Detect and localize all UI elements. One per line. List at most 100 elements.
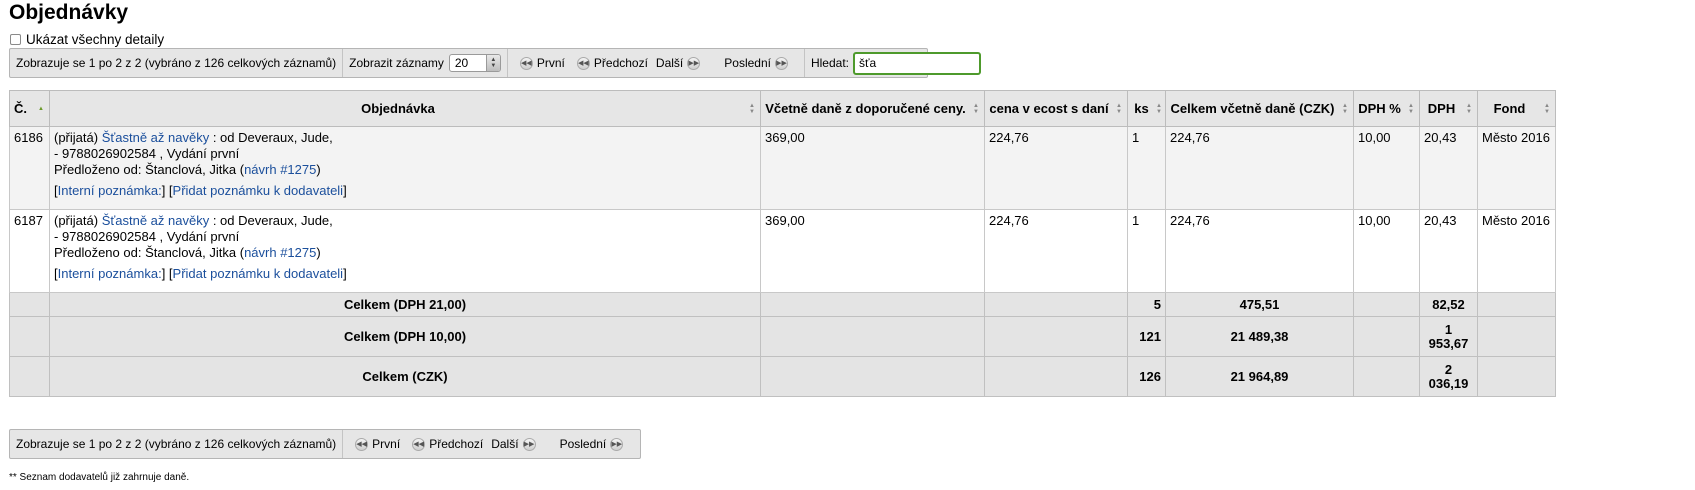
page-size-select[interactable]: 20 ▲ ▼ <box>448 54 501 72</box>
col-header-price-rrp-label: Včetně daně z doporučené ceny. <box>765 101 966 116</box>
cell-price-rrp: 369,00 <box>760 209 985 293</box>
col-header-fund[interactable]: Fond ▲ ▼ <box>1477 90 1556 127</box>
last-page-button[interactable]: Poslední ▶▶ <box>724 56 792 70</box>
sort-asc-icon: ▲ <box>38 105 44 112</box>
order-author: : od Deveraux, Jude, <box>209 213 333 228</box>
show-all-details-toggle[interactable]: Ukázat všechny detaily <box>10 30 164 48</box>
col-header-vat-pct-label: DPH % <box>1358 101 1401 116</box>
vendor-note-link[interactable]: Přidat poznámku k dodavateli <box>173 266 344 281</box>
col-header-num[interactable]: Č. ▲ <box>9 90 50 127</box>
title-link[interactable]: Šťastně až navěky <box>102 213 210 228</box>
total-cell-empty <box>1477 356 1556 397</box>
first-page-button[interactable]: ◀◀ První <box>516 56 565 70</box>
prev-page-button[interactable]: ◀◀ Předchozí <box>573 56 648 70</box>
total-vat-line1: 2 <box>1444 361 1453 377</box>
total-amount: 21 489,38 <box>1165 316 1354 357</box>
first-page-button[interactable]: ◀◀ První <box>351 437 400 451</box>
cell-total: 224,76 <box>1165 209 1354 293</box>
total-cell-empty <box>1477 316 1556 357</box>
total-label: Celkem (CZK) <box>49 356 761 397</box>
prev-icon: ◀◀ <box>412 437 426 451</box>
total-qty: 121 <box>1127 316 1166 357</box>
total-row: Celkem (DPH 10,00) 121 21 489,38 1 953,6… <box>9 316 1556 357</box>
sort-icon: ▲ ▼ <box>1466 102 1472 115</box>
prev-page-button[interactable]: ◀◀ Předchozí <box>408 437 483 451</box>
vendor-note-link[interactable]: Přidat poznámku k dodavateli <box>173 183 344 198</box>
cell-qty: 1 <box>1127 209 1166 293</box>
suggestion-link[interactable]: návrh #1275 <box>244 162 316 177</box>
col-header-qty[interactable]: ks ▲ ▼ <box>1127 90 1166 127</box>
total-cell-empty <box>760 356 985 397</box>
col-header-fund-label: Fond <box>1493 101 1526 116</box>
cell-price-ecost: 224,76 <box>984 209 1128 293</box>
total-vat: 2 036,19 <box>1419 356 1478 397</box>
prev-icon: ◀◀ <box>576 56 590 70</box>
pager-nav: ◀◀ První ◀◀ Předchozí Další ▶▶ Poslední … <box>508 49 805 77</box>
cell-vat-pct: 10,00 <box>1353 209 1420 293</box>
cell-order: (přijatá) Šťastně až navěky : od Deverau… <box>49 126 761 210</box>
page-size-control: Zobrazit záznamy 20 ▲ ▼ <box>343 49 508 77</box>
total-label: Celkem (DPH 21,00) <box>49 292 761 317</box>
internal-note-link[interactable]: Interní poznámka: <box>58 183 162 198</box>
footnote: ** Seznam dodavatelů již zahrnuje daně. <box>9 472 190 483</box>
col-header-price-rrp[interactable]: Včetně daně z doporučené ceny. ▲ ▼ <box>760 90 985 127</box>
sort-icon: ▲ ▼ <box>1408 102 1414 115</box>
total-vat: 1 953,67 <box>1419 316 1478 357</box>
total-amount: 475,51 <box>1165 292 1354 317</box>
show-all-checkbox[interactable] <box>10 33 21 45</box>
order-isbn: - 9788026902584 , Vydání první <box>54 229 240 244</box>
select-arrows-icon: ▲ ▼ <box>485 55 500 71</box>
last-page-button[interactable]: Poslední ▶▶ <box>560 437 628 451</box>
next-page-button[interactable]: Další ▶▶ <box>491 437 539 451</box>
search-input[interactable] <box>853 51 981 75</box>
col-header-vat-pct[interactable]: DPH % ▲ ▼ <box>1353 90 1420 127</box>
submitted-end: ) <box>316 162 321 177</box>
total-cell-empty <box>1353 356 1420 397</box>
table-row: 6186 (přijatá) Šťastně až navěky : od De… <box>9 126 1556 210</box>
next-page-button[interactable]: Další ▶▶ <box>656 56 704 70</box>
total-vat: 82,52 <box>1419 292 1478 317</box>
col-header-qty-label: ks <box>1134 101 1149 116</box>
suggestion-link[interactable]: návrh #1275 <box>244 245 316 260</box>
sort-icon: ▲ ▼ <box>1156 102 1162 115</box>
pager-nav: ◀◀ První ◀◀ Předchozí Další ▶▶ Poslední … <box>343 430 639 458</box>
first-icon: ◀◀ <box>355 437 369 451</box>
first-label: První <box>536 56 565 70</box>
col-header-order[interactable]: Objednávka ▲ ▼ <box>49 90 761 127</box>
col-header-vat[interactable]: DPH ▲ ▼ <box>1419 90 1478 127</box>
total-amount: 21 964,89 <box>1165 356 1354 397</box>
total-cell-empty <box>984 316 1128 357</box>
pager-bottom: Zobrazuje se 1 po 2 z 2 (vybráno z 126 c… <box>9 429 641 459</box>
pager-info: Zobrazuje se 1 po 2 z 2 (vybráno z 126 c… <box>10 430 344 458</box>
col-header-num-label: Č. <box>14 101 27 116</box>
next-label: Další <box>655 56 684 70</box>
order-status: (přijatá) <box>54 213 99 228</box>
cell-total: 224,76 <box>1165 126 1354 210</box>
next-icon: ▶▶ <box>687 56 701 70</box>
cell-fund: Město 2016 <box>1477 126 1556 210</box>
col-header-price-ecost[interactable]: cena v ecost s daní ▲ ▼ <box>984 90 1128 127</box>
prev-label: Předchozí <box>593 56 648 70</box>
submitted-by: Předloženo od: Štanclová, Jitka ( <box>54 162 245 177</box>
page-size-value: 20 <box>454 56 469 70</box>
sort-icon: ▲ ▼ <box>749 102 755 115</box>
internal-note-link[interactable]: Interní poznámka: <box>58 266 162 281</box>
total-cell-empty <box>9 316 50 357</box>
next-label: Další <box>491 437 519 451</box>
total-cell-empty <box>984 356 1128 397</box>
order-isbn: - 9788026902584 , Vydání první <box>54 146 240 161</box>
col-header-total[interactable]: Celkem včetně daně (CZK) ▲ ▼ <box>1165 90 1354 127</box>
table-header-row: Č. ▲ Objednávka ▲ ▼ Včetně daně z doporuč… <box>9 90 1556 127</box>
first-icon: ◀◀ <box>519 56 533 70</box>
total-cell-empty <box>984 292 1128 317</box>
next-icon: ▶▶ <box>522 437 536 451</box>
cell-vat: 20,43 <box>1419 209 1478 293</box>
title-link[interactable]: Šťastně až navěky <box>102 130 210 145</box>
total-cell-empty <box>760 292 985 317</box>
cell-order: (přijatá) Šťastně až navěky : od Deverau… <box>49 209 761 293</box>
total-cell-empty <box>1353 316 1420 357</box>
first-label: První <box>372 437 401 451</box>
col-header-vat-label: DPH <box>1427 101 1456 116</box>
total-cell-empty <box>1353 292 1420 317</box>
cell-price-ecost: 224,76 <box>984 126 1128 210</box>
